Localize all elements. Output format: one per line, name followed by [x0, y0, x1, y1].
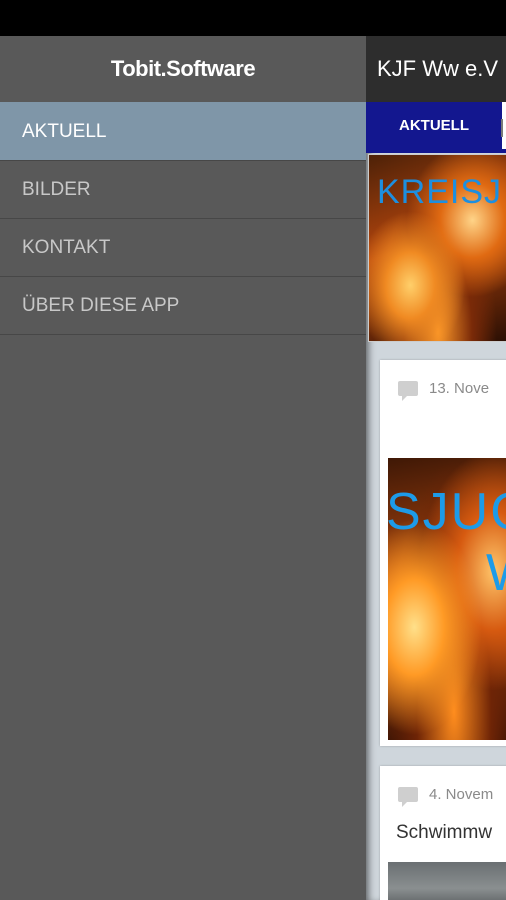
drawer-item-bilder[interactable]: BILDER [0, 160, 366, 218]
post-image-text: W [486, 543, 506, 603]
post-image[interactable] [388, 862, 506, 900]
post-card[interactable]: 13. Nove SJUG W [380, 360, 506, 746]
drawer-item-ueber-diese-app[interactable]: ÜBER DIESE APP [0, 276, 366, 335]
tab-aktuell[interactable]: AKTUELL [366, 102, 502, 149]
post-title: Schwimmw [396, 822, 493, 843]
post-meta: 4. Novem [398, 786, 494, 807]
drawer-item-aktuell[interactable]: AKTUELL [0, 102, 366, 160]
brand-logo: Tobit.Software [110, 56, 256, 81]
post-date: 13. Nove [429, 380, 490, 397]
drawer-item-kontakt[interactable]: KONTAKT [0, 218, 366, 276]
navigation-drawer: Tobit.Software AKTUELL BILDER KONTAKT ÜB… [0, 36, 366, 900]
comment-icon [398, 787, 418, 807]
post-card[interactable]: 4. Novem Schwimmw [380, 766, 506, 900]
tab-divider [501, 119, 503, 137]
post-image-text: SJUG [388, 483, 506, 541]
header-banner: KREISJ [368, 154, 506, 342]
banner-text: KREISJ [377, 173, 503, 211]
tab-indicator [366, 149, 506, 153]
main-content: KJF Ww e.V AKTUELL KREISJ 13. Nove SJUG … [366, 36, 506, 900]
tab-bar: AKTUELL [366, 102, 506, 153]
post-image[interactable]: SJUG W [388, 458, 506, 740]
comment-icon [398, 381, 418, 401]
post-meta: 13. Nove [398, 380, 490, 401]
app-title: KJF Ww e.V [366, 36, 506, 102]
post-date: 4. Novem [429, 786, 494, 803]
status-bar [0, 0, 506, 36]
